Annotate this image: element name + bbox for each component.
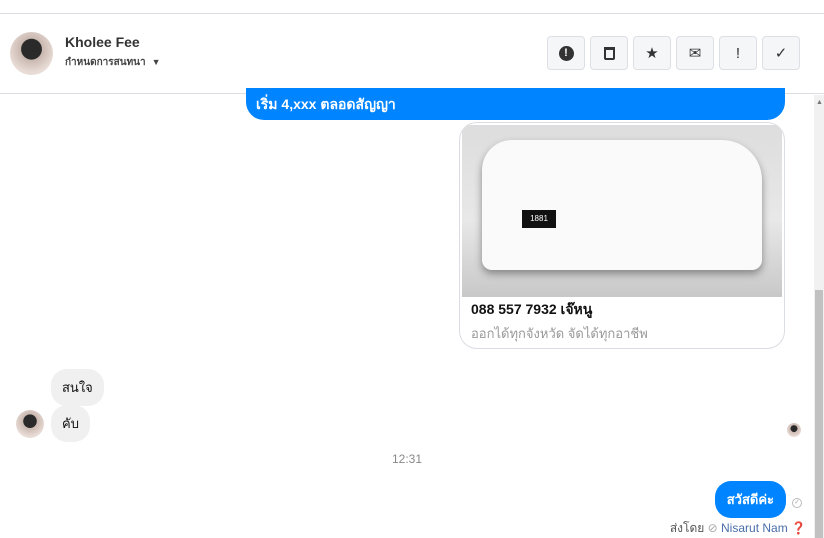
card-subtitle: ออกได้ทุกจังหวัด จัดได้ทุกอาชีพ bbox=[471, 326, 648, 341]
seen-avatar bbox=[787, 423, 801, 437]
contact-name[interactable]: Kholee Fee bbox=[65, 34, 140, 50]
license-plate: 1881 bbox=[522, 210, 556, 228]
star-button[interactable]: ★ bbox=[633, 36, 671, 70]
sent-check-icon: ✓ bbox=[792, 498, 802, 508]
sender-name[interactable]: Nisarut Nam bbox=[721, 521, 788, 535]
outgoing-message: เริ่ม 4,xxx ตลอดสัญญา bbox=[246, 88, 785, 120]
caret-down-icon: ▼ bbox=[151, 57, 161, 67]
help-icon[interactable]: ❓ bbox=[791, 521, 806, 535]
outgoing-message: สวัสดีค่ะ bbox=[714, 481, 786, 518]
avatar[interactable] bbox=[10, 32, 53, 75]
link-preview-card[interactable]: 1881 088 557 7932 เจ๊หนู ออกได้ทุกจังหวั… bbox=[459, 122, 785, 349]
sent-by: ส่งโดย ⊘ Nisarut Nam ❓ bbox=[670, 519, 806, 538]
verified-icon: ⊘ bbox=[707, 521, 718, 535]
action-toolbar: ! ★ ✉ ! ✓ bbox=[547, 36, 800, 70]
scrollbar[interactable]: ▲ bbox=[814, 95, 824, 538]
star-icon: ★ bbox=[645, 45, 659, 62]
alert-circle-icon: ! bbox=[558, 45, 574, 61]
conversation-menu-label: กำหนดการสนทนา bbox=[65, 57, 146, 68]
incoming-message: สนใจ bbox=[51, 369, 104, 406]
scrollbar-thumb[interactable] bbox=[815, 290, 823, 538]
conversation-header: Kholee Fee กำหนดการสนทนา ▼ ! ★ ✉ ! ✓ bbox=[0, 14, 824, 94]
sender-avatar bbox=[16, 410, 44, 438]
delete-button[interactable] bbox=[590, 36, 628, 70]
sent-by-label: ส่งโดย bbox=[669, 521, 705, 535]
exclamation-icon: ! bbox=[735, 44, 741, 62]
spam-button[interactable]: ! bbox=[547, 36, 585, 70]
timestamp: 12:31 bbox=[391, 452, 423, 466]
card-title: 088 557 7932 เจ๊หนู bbox=[471, 301, 593, 317]
mark-unread-button[interactable]: ✉ bbox=[676, 36, 714, 70]
incoming-message: คับ bbox=[51, 405, 90, 442]
important-button[interactable]: ! bbox=[719, 36, 757, 70]
done-button[interactable]: ✓ bbox=[762, 36, 800, 70]
trash-icon bbox=[603, 46, 615, 60]
scroll-up-icon[interactable]: ▲ bbox=[816, 99, 823, 106]
envelope-icon: ✉ bbox=[688, 45, 702, 62]
truck-photo: 1881 bbox=[462, 125, 782, 297]
check-icon: ✓ bbox=[774, 45, 788, 62]
conversation-menu[interactable]: กำหนดการสนทนา ▼ bbox=[65, 55, 161, 70]
